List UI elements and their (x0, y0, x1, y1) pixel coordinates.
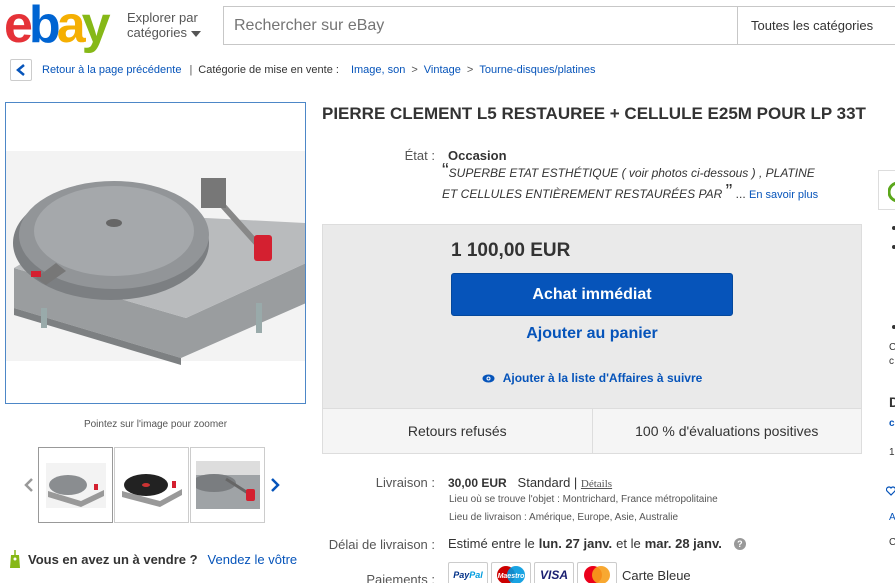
check-circle-icon (888, 182, 895, 202)
thumb-tonearm-closeup (195, 461, 260, 509)
sell-yours-link[interactable]: Vendez le vôtre (208, 552, 298, 567)
open-quote: “ (442, 160, 449, 182)
condition-description: “SUPERBE ETAT ESTHÉTIQUE ( voir photos c… (442, 160, 872, 206)
visa-icon: VISA (534, 562, 574, 583)
logo-letter-b: b (28, 0, 61, 54)
search-input[interactable] (224, 7, 738, 44)
main-product-image[interactable] (5, 102, 306, 404)
shipping-details-link[interactable]: Détails (581, 478, 612, 490)
breadcrumb-item-image-son[interactable]: Image, son (351, 64, 405, 76)
maestro-label: Maestro (498, 573, 526, 580)
sell-yours-banner: Vous en avez un à vendre ? Vendez le vôt… (8, 549, 297, 569)
delivery-prefix: Estimé entre le (448, 536, 535, 551)
thumb-prev-button[interactable] (20, 478, 38, 492)
breadcrumb-separator: > (411, 64, 418, 76)
explore-label-1: Explorer par (127, 10, 198, 25)
thumb-turntable-grey (45, 462, 106, 508)
paypal-icon: Pay Pal (448, 562, 488, 583)
back-button[interactable] (10, 59, 32, 81)
delivery-estimate: Estimé entre le lun. 27 janv. et le mar.… (448, 536, 746, 551)
explore-label-2: catégories (127, 25, 187, 40)
thumb-turntable-black-record (119, 462, 184, 508)
condition-desc-line1: SUPERBE ETAT ESTHÉTIQUE ( voir photos ci… (448, 166, 815, 180)
condition-label: État : (404, 148, 435, 163)
chevron-right-icon (271, 478, 280, 492)
right-snippet-2: c (889, 356, 894, 367)
buy-now-button[interactable]: Achat immédiat (451, 273, 733, 316)
thumbnail-1[interactable] (38, 447, 113, 523)
delivery-mid: et le (616, 536, 641, 551)
help-icon[interactable]: ? (733, 537, 746, 550)
price: 1 100,00 EUR (451, 240, 571, 261)
eye-icon (482, 374, 495, 382)
search-box (223, 6, 738, 45)
carte-bleue-label: Carte Bleue (622, 567, 691, 583)
breadcrumb-item-turntables[interactable]: Tourne-disques/platines (479, 64, 595, 76)
header: ebay Explorer par catégories Toutes les … (0, 0, 895, 51)
heart-icon[interactable] (886, 486, 895, 496)
payments-label: Paiements : (366, 572, 435, 583)
learn-more-link[interactable]: En savoir plus (749, 189, 818, 201)
add-to-cart-button[interactable]: Ajouter au panier (451, 325, 733, 343)
returns-policy: Retours refusés (407, 423, 507, 439)
watch-list-label: Ajouter à la liste d'Affaires à suivre (502, 371, 703, 385)
right-snippet-1: C (889, 342, 895, 353)
breadcrumb-item-vintage[interactable]: Vintage (424, 64, 461, 76)
item-location: Lieu où se trouve l'objet : Montrichard,… (449, 494, 718, 505)
logo-letter-e: e (4, 0, 33, 54)
sell-question: Vous en avez un à vendre ? (28, 551, 198, 567)
ship-to: Lieu de livraison : Amérique, Europe, As… (449, 512, 679, 523)
returns-feedback-row: Retours refusés 100 % d'évaluations posi… (322, 408, 862, 454)
seller-feedback: 100 % d'évaluations positives (591, 409, 862, 453)
right-snippet-7: C (889, 537, 895, 548)
thumbnail-3[interactable] (190, 447, 265, 523)
watch-list-button[interactable]: Ajouter à la liste d'Affaires à suivre (451, 371, 733, 385)
shipping-method: Standard (517, 475, 571, 490)
payment-methods: Pay Pal Maestro VISA Carte Bleue (448, 562, 691, 583)
delivery-label: Délai de livraison : (328, 537, 435, 552)
thumbnail-strip (20, 447, 284, 523)
logo-letter-a: a (56, 0, 86, 54)
right-snippet-3: D (889, 394, 895, 410)
price-tag-icon (10, 550, 20, 568)
condition-value: Occasion (448, 148, 507, 163)
category-label: Catégorie de mise en vente : (198, 64, 339, 76)
close-quote: ” (725, 181, 733, 203)
breadcrumb: Retour à la page précédente | Catégorie … (10, 59, 596, 81)
maestro-icon: Maestro (491, 562, 531, 583)
delivery-date-1: lun. 27 janv. (538, 536, 613, 551)
logo-letter-y: y (81, 0, 111, 54)
chevron-left-icon (24, 478, 33, 492)
item-title: PIERRE CLEMENT L5 RESTAUREE + CELLULE E2… (322, 104, 866, 123)
condition-desc-line2: ET CELLULES ENTIÈREMENT RESTAURÉES PAR (442, 187, 723, 201)
shipping-value: 30,00 EUR Standard | Détails (448, 475, 613, 490)
breadcrumb-separator: > (466, 64, 474, 76)
back-link[interactable]: Retour à la page précédente (42, 64, 181, 76)
zoom-hint: Pointez sur l'image pour zoomer (83, 419, 228, 430)
turntable-image (6, 151, 305, 365)
shipping-label: Livraison : (375, 475, 435, 490)
ebay-logo[interactable]: ebay (4, 0, 111, 51)
delivery-date-2: mar. 28 janv. (644, 536, 722, 551)
ellipsis: ... (735, 187, 746, 201)
right-snippet-4[interactable]: c (889, 418, 895, 429)
mastercard-icon (577, 562, 617, 583)
chevron-left-icon (16, 64, 25, 76)
chevron-down-icon (190, 30, 201, 37)
shipping-cost: 30,00 EUR (448, 476, 507, 490)
right-snippet-6[interactable]: A (889, 512, 895, 523)
thumb-next-button[interactable] (266, 478, 284, 492)
explore-categories-button[interactable]: Explorer par catégories (127, 10, 201, 40)
right-snippet-5: 1 (889, 447, 895, 458)
category-select[interactable]: Toutes les catégories (737, 6, 895, 45)
thumbnail-2[interactable] (114, 447, 189, 523)
